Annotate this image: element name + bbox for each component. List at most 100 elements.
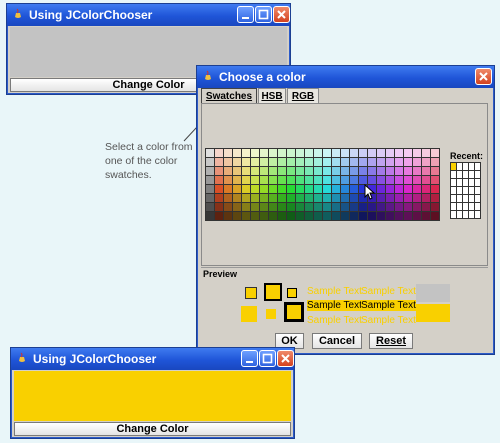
recent-swatch[interactable] (457, 163, 462, 170)
recent-swatch[interactable] (475, 203, 480, 210)
recent-swatch[interactable] (469, 187, 474, 194)
color-swatch[interactable] (323, 185, 331, 193)
recent-swatch[interactable] (463, 171, 468, 178)
color-swatch[interactable] (422, 185, 430, 193)
color-swatch[interactable] (395, 176, 403, 184)
color-swatch[interactable] (422, 212, 430, 220)
color-swatch[interactable] (395, 158, 403, 166)
color-swatch[interactable] (368, 176, 376, 184)
color-swatch[interactable] (431, 158, 439, 166)
color-swatch[interactable] (287, 176, 295, 184)
color-swatch[interactable] (260, 203, 268, 211)
color-swatch[interactable] (296, 158, 304, 166)
color-swatch[interactable] (431, 194, 439, 202)
dialog-titlebar[interactable]: Choose a color (197, 66, 494, 88)
color-swatch[interactable] (233, 212, 241, 220)
recent-swatch[interactable] (457, 187, 462, 194)
color-swatch[interactable] (350, 203, 358, 211)
color-swatch[interactable] (314, 212, 322, 220)
color-swatch[interactable] (278, 176, 286, 184)
color-swatch[interactable] (350, 185, 358, 193)
color-swatch[interactable] (251, 158, 259, 166)
recent-swatch[interactable] (475, 163, 480, 170)
color-swatch[interactable] (278, 203, 286, 211)
color-swatch[interactable] (260, 158, 268, 166)
change-color-button[interactable]: Change Color (14, 422, 291, 436)
color-swatch[interactable] (269, 167, 277, 175)
color-swatch[interactable] (206, 194, 214, 202)
color-swatch[interactable] (251, 194, 259, 202)
color-swatch[interactable] (233, 158, 241, 166)
color-swatch[interactable] (368, 167, 376, 175)
color-swatch[interactable] (332, 212, 340, 220)
color-swatch[interactable] (224, 185, 232, 193)
color-swatch[interactable] (377, 176, 385, 184)
recent-swatch[interactable] (451, 203, 456, 210)
color-swatch[interactable] (296, 212, 304, 220)
recent-swatch[interactable] (457, 211, 462, 218)
color-swatch[interactable] (287, 158, 295, 166)
color-swatch[interactable] (395, 149, 403, 157)
recent-swatch[interactable] (463, 187, 468, 194)
color-swatch[interactable] (296, 194, 304, 202)
color-swatch[interactable] (422, 167, 430, 175)
color-swatch[interactable] (422, 176, 430, 184)
color-swatch[interactable] (323, 149, 331, 157)
color-swatch[interactable] (341, 203, 349, 211)
color-swatch[interactable] (305, 203, 313, 211)
color-swatch[interactable] (287, 185, 295, 193)
reset-button[interactable]: Reset (369, 333, 413, 349)
color-swatch[interactable] (341, 176, 349, 184)
color-swatch[interactable] (224, 167, 232, 175)
color-swatch[interactable] (251, 176, 259, 184)
color-swatch[interactable] (287, 167, 295, 175)
color-swatch[interactable] (332, 158, 340, 166)
color-swatch[interactable] (404, 185, 412, 193)
color-swatch[interactable] (413, 185, 421, 193)
color-swatch[interactable] (359, 176, 367, 184)
color-swatch[interactable] (287, 149, 295, 157)
color-swatch[interactable] (341, 149, 349, 157)
color-swatch[interactable] (386, 167, 394, 175)
color-swatch[interactable] (350, 149, 358, 157)
maximize-button[interactable] (255, 6, 272, 23)
color-swatch[interactable] (368, 149, 376, 157)
color-swatch[interactable] (404, 149, 412, 157)
color-swatch[interactable] (323, 158, 331, 166)
color-swatch[interactable] (323, 203, 331, 211)
color-swatch[interactable] (305, 194, 313, 202)
tab-rgb[interactable]: RGB (287, 88, 319, 103)
color-swatch[interactable] (413, 194, 421, 202)
color-swatch[interactable] (332, 167, 340, 175)
color-swatch[interactable] (242, 185, 250, 193)
color-swatch[interactable] (206, 203, 214, 211)
maximize-button[interactable] (259, 350, 276, 367)
color-swatch[interactable] (413, 203, 421, 211)
color-swatch[interactable] (395, 203, 403, 211)
dialog-close-button[interactable] (475, 68, 492, 85)
color-swatch[interactable] (332, 149, 340, 157)
color-swatch[interactable] (314, 158, 322, 166)
color-swatch[interactable] (404, 158, 412, 166)
color-swatch[interactable] (242, 167, 250, 175)
color-swatch[interactable] (296, 149, 304, 157)
color-swatch[interactable] (269, 194, 277, 202)
color-swatch[interactable] (413, 167, 421, 175)
color-swatch[interactable] (431, 149, 439, 157)
recent-swatch[interactable] (451, 163, 456, 170)
recent-swatch[interactable] (457, 195, 462, 202)
color-swatch[interactable] (233, 167, 241, 175)
color-swatch[interactable] (224, 203, 232, 211)
color-swatch[interactable] (305, 149, 313, 157)
close-button[interactable] (277, 350, 294, 367)
color-swatch[interactable] (404, 167, 412, 175)
color-swatch[interactable] (323, 212, 331, 220)
color-swatch[interactable] (377, 149, 385, 157)
recent-swatch[interactable] (469, 171, 474, 178)
color-swatch[interactable] (323, 167, 331, 175)
color-swatch[interactable] (305, 185, 313, 193)
minimize-button[interactable] (237, 6, 254, 23)
color-swatch[interactable] (215, 149, 223, 157)
recent-swatch[interactable] (469, 179, 474, 186)
color-swatch[interactable] (377, 194, 385, 202)
